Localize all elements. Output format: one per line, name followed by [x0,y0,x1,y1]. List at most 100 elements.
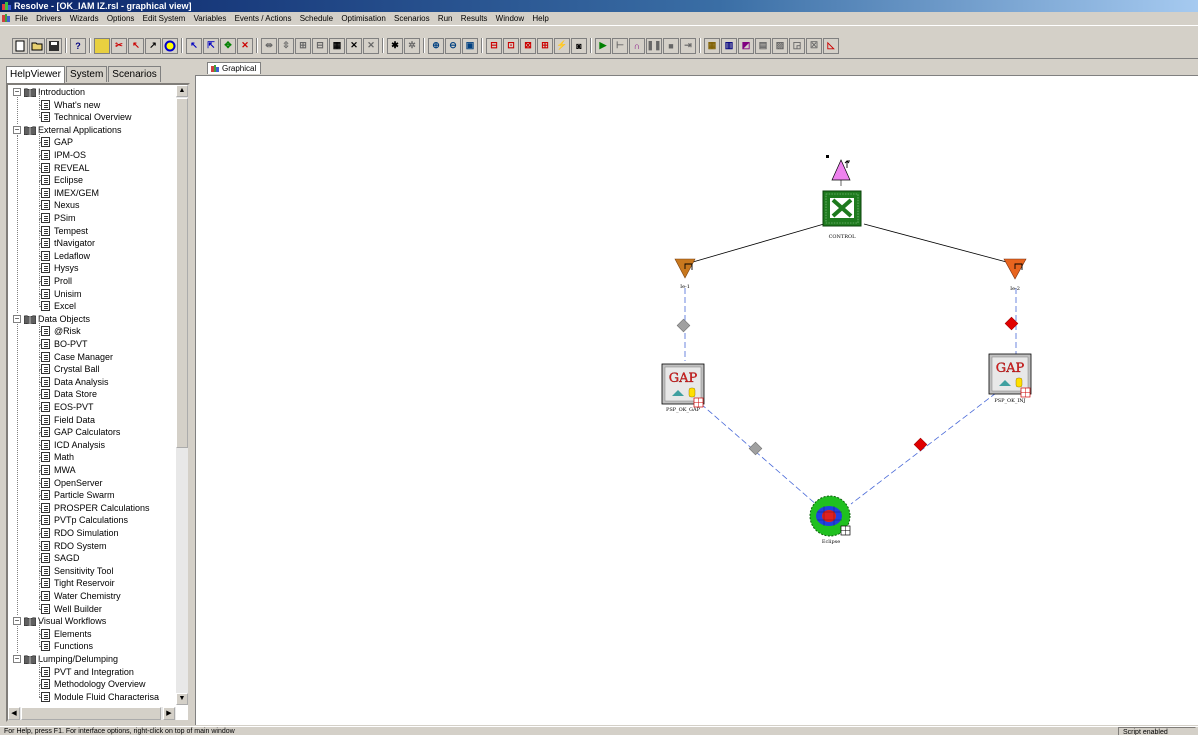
table-icon[interactable]: ▦ [329,37,345,54]
gap-node-left[interactable]: GAP PSP_OK_GAP [661,363,705,413]
tree-item[interactable]: What's new [8,92,176,112]
hscroll-thumb[interactable] [21,707,161,720]
scroll-down-icon[interactable]: ▼ [176,693,188,705]
circle-tool-icon[interactable] [162,37,178,54]
tree-item[interactable]: IPM-OS [8,143,176,162]
menu-edit-system[interactable]: Edit System [140,12,189,25]
zoom-out-icon[interactable]: ⊖ [445,37,461,54]
tree-group-introduction[interactable]: − Introduction [8,86,176,99]
tree-item[interactable]: Methodology Overview [8,672,176,691]
menu-file[interactable]: File [12,12,31,25]
chart-grid-icon[interactable]: ▤ [755,37,771,54]
event-run-icon[interactable]: ⊠ [520,37,536,54]
tree-item[interactable]: Proll [8,269,176,288]
link-control-ie2[interactable] [863,223,1015,265]
tree-group-lumping[interactable]: − Lumping/Delumping [8,653,176,666]
menu-run[interactable]: Run [435,12,456,25]
disable-icon[interactable]: ✕ [346,37,362,54]
scroll-thumb[interactable] [176,98,188,448]
tree-item[interactable]: BO-PVT [8,332,176,351]
chart-line-icon[interactable]: ◩ [738,37,754,54]
tree-item[interactable]: MWA [8,458,176,477]
tree-item[interactable]: GAP Calculators [8,420,176,439]
open-folder-icon[interactable] [29,37,45,54]
tree-item[interactable]: Particle Swarm [8,483,176,502]
tree-item[interactable]: Water Chemistry [8,584,176,603]
control-excel-node[interactable]: CONTROL [822,190,862,240]
tree-item[interactable]: PROSPER Calculations [8,495,176,515]
disable-all-icon[interactable]: ✕ [363,37,379,54]
arrow-tool-icon[interactable]: ↖ [128,37,144,54]
tree-group-data-objects[interactable]: − Data Objects [8,313,176,326]
tree-item[interactable]: Elements [8,621,176,641]
distribute-icon[interactable]: ⊞ [295,37,311,54]
tree-item[interactable]: Technical Overview [8,105,176,124]
tree-item[interactable]: PSim [8,206,176,225]
ie2-node[interactable]: Ie-2 [1003,258,1027,292]
cut-icon[interactable]: ✂ [111,37,127,54]
collapse-icon[interactable]: − [13,617,21,626]
tree-item[interactable]: Tight Reservoir [8,571,176,590]
tree-item[interactable]: RDO System [8,533,176,553]
menu-optimisation[interactable]: Optimisation [338,12,388,25]
link-gap-right-eclipse[interactable] [850,392,997,505]
pause-icon[interactable]: ❚❚ [646,37,662,54]
event-icon[interactable]: ⊟ [486,37,502,54]
menu-schedule[interactable]: Schedule [297,12,336,25]
report-icon[interactable]: ☒ [806,37,822,54]
tree-item[interactable]: Excel [8,294,176,313]
menu-scenarios[interactable]: Scenarios [391,12,433,25]
loop-icon[interactable]: ∩ [629,37,645,54]
help-question-icon[interactable]: ? [70,37,86,54]
plot-icon[interactable]: ◺ [823,37,839,54]
link-control-ie1[interactable] [685,223,825,265]
tree-item[interactable]: Tempest [8,218,176,238]
tree-item[interactable]: Case Manager [8,344,176,364]
chart-compare-icon[interactable]: ▨ [772,37,788,54]
tree-item[interactable]: SAGD [8,546,176,565]
tree-item[interactable]: OpenServer [8,470,176,490]
tab-helpviewer[interactable]: HelpViewer [6,66,65,83]
move-icon[interactable]: ✥ [220,37,236,54]
tree-group-external-applications[interactable]: − External Applications [8,124,176,137]
scroll-left-icon[interactable]: ◀ [8,707,20,720]
tree-item[interactable]: Math [8,445,176,464]
tree-item[interactable]: PVTp Calculations [8,508,176,527]
tree-vertical-scrollbar[interactable]: ▲ ▼ [176,85,188,705]
scroll-right-icon[interactable]: ▶ [163,707,175,720]
menu-variables[interactable]: Variables [191,12,230,25]
tree-item[interactable]: Data Store [8,382,176,401]
tree-item[interactable]: Module Fluid Characterisa [8,684,176,704]
zoom-in-icon[interactable]: ⊕ [428,37,444,54]
validate-icon[interactable]: ◙ [571,37,587,54]
ie1-node[interactable]: Ie-1 [674,258,696,290]
tree-item[interactable]: GAP [8,130,176,149]
scroll-up-icon[interactable]: ▲ [176,85,188,97]
enable-icon[interactable]: ✱ [387,37,403,54]
tree-horizontal-scrollbar[interactable]: ◀ ▶ [8,707,176,720]
trigger-node[interactable] [826,155,851,186]
tree-item[interactable]: IMEX/GEM [8,180,176,200]
event-stop-icon[interactable]: ⊞ [537,37,553,54]
tree-item[interactable]: REVEAL [8,155,176,175]
gap-node-right[interactable]: GAP PSP_OK_INJ [988,353,1032,404]
step-icon[interactable]: ⊢ [612,37,628,54]
diamond-left-lower[interactable] [748,441,763,456]
tree-item[interactable]: PVT and Integration [8,659,176,679]
tree-item[interactable]: Well Builder [8,596,176,616]
menu-events-actions[interactable]: Events / Actions [232,12,295,25]
stop-icon[interactable]: ■ [663,37,679,54]
tree-item[interactable]: Data Analysis [8,369,176,389]
link-gap-left-eclipse[interactable] [700,403,819,507]
diamond-right-lower[interactable] [913,437,928,452]
results-table-icon[interactable]: ▦ [704,37,720,54]
align-vertical-icon[interactable]: ⇳ [278,37,294,54]
tree-item[interactable]: RDO Simulation [8,521,176,540]
select-multi-icon[interactable]: ⇱ [203,37,219,54]
tree-item[interactable]: Crystal Ball [8,357,176,376]
save-icon[interactable] [46,37,62,54]
tree-item[interactable]: Unisim [8,281,176,301]
event-edit-icon[interactable]: ⊡ [503,37,519,54]
tree-item[interactable]: ICD Analysis [8,432,176,452]
tree-item[interactable]: Nexus [8,193,176,212]
